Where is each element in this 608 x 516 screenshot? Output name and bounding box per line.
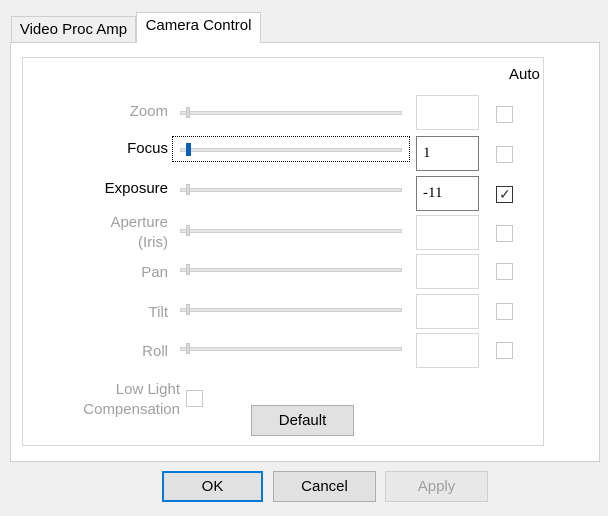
auto-column-header: Auto xyxy=(509,66,540,83)
exposure-auto-checkbox[interactable]: ✓ xyxy=(496,186,513,203)
aperture-label: Aperture xyxy=(110,214,168,231)
cancel-button[interactable]: Cancel xyxy=(273,471,376,502)
tilt-slider-thumb[interactable] xyxy=(186,304,190,315)
aperture-label-line2: (Iris) xyxy=(138,234,168,251)
aperture-slider-thumb[interactable] xyxy=(186,225,190,236)
zoom-slider-thumb[interactable] xyxy=(186,107,190,118)
focus-label: Focus xyxy=(127,140,168,157)
aperture-slider-track[interactable] xyxy=(180,229,402,233)
low-light-label-line1: Low Light xyxy=(115,381,180,398)
exposure-label: Exposure xyxy=(104,180,168,197)
focus-value-field[interactable]: 1 xyxy=(416,136,479,171)
apply-button[interactable]: Apply xyxy=(385,471,488,502)
aperture-value-field[interactable] xyxy=(416,215,479,250)
low-light-label: Low Light Compensation xyxy=(83,380,180,420)
tilt-label: Tilt xyxy=(148,304,168,321)
ok-button[interactable]: OK xyxy=(162,471,263,502)
controls-layer: Auto Zoom Focus 1 Exposure -11 ✓ Apertur… xyxy=(0,0,608,516)
exposure-value-field[interactable]: -11 xyxy=(416,176,479,211)
roll-auto-checkbox[interactable] xyxy=(496,342,513,359)
roll-label: Roll xyxy=(142,343,168,360)
pan-slider-thumb[interactable] xyxy=(186,264,190,275)
focus-auto-checkbox[interactable] xyxy=(496,146,513,163)
tilt-slider-track[interactable] xyxy=(180,308,402,312)
exposure-slider-track[interactable] xyxy=(180,188,402,192)
default-button[interactable]: Default xyxy=(251,405,354,436)
pan-auto-checkbox[interactable] xyxy=(496,263,513,280)
focus-slider-track[interactable] xyxy=(180,148,402,152)
low-light-compensation-checkbox[interactable] xyxy=(186,390,203,407)
roll-value-field[interactable] xyxy=(416,333,479,368)
aperture-auto-checkbox[interactable] xyxy=(496,225,513,242)
pan-label: Pan xyxy=(141,264,168,281)
pan-value-field[interactable] xyxy=(416,254,479,289)
zoom-slider-track[interactable] xyxy=(180,111,402,115)
zoom-label: Zoom xyxy=(129,103,168,120)
zoom-auto-checkbox[interactable] xyxy=(496,106,513,123)
exposure-slider-thumb[interactable] xyxy=(186,184,190,195)
focus-slider-thumb[interactable] xyxy=(186,143,191,156)
checkmark-icon: ✓ xyxy=(499,186,511,202)
tilt-auto-checkbox[interactable] xyxy=(496,303,513,320)
roll-slider-track[interactable] xyxy=(180,347,402,351)
roll-slider-thumb[interactable] xyxy=(186,343,190,354)
low-light-label-line2: Compensation xyxy=(83,401,180,418)
zoom-value-field[interactable] xyxy=(416,95,479,130)
tilt-value-field[interactable] xyxy=(416,294,479,329)
pan-slider-track[interactable] xyxy=(180,268,402,272)
